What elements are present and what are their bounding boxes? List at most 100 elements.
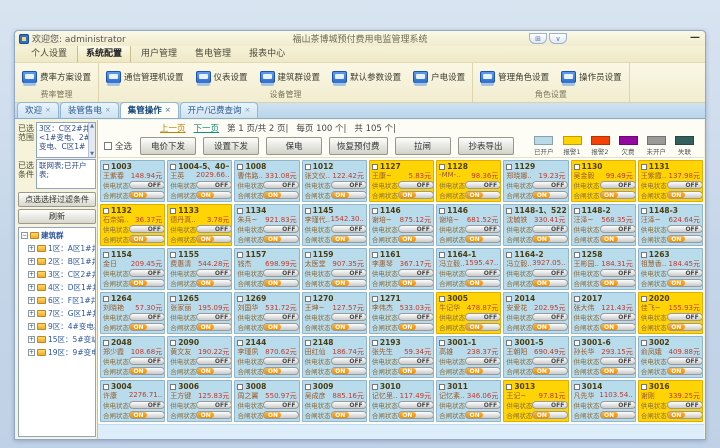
- meter-checkbox[interactable]: [170, 164, 176, 170]
- supply-status-toggle[interactable]: OFF: [600, 225, 636, 233]
- switch-status-toggle[interactable]: ON: [600, 279, 636, 287]
- meter-checkbox[interactable]: [439, 340, 445, 346]
- meter-checkbox[interactable]: [574, 208, 580, 214]
- meter-checkbox[interactable]: [237, 164, 243, 170]
- meter-card[interactable]: 3013 王记~ 97.81元 供电状态 OFF: [503, 380, 568, 422]
- tab-2[interactable]: 集管操作 ×: [120, 102, 179, 118]
- supply-status-toggle[interactable]: OFF: [600, 181, 636, 189]
- expand-icon[interactable]: +: [28, 310, 35, 317]
- meter-checkbox[interactable]: [305, 340, 311, 346]
- meter-card[interactable]: 1164-2 冯立毅.. 3927.05.. 供电状态 OFF: [503, 248, 568, 290]
- meter-checkbox[interactable]: [237, 252, 243, 258]
- ribbon-button[interactable]: 仪表设置: [193, 69, 251, 85]
- meter-checkbox[interactable]: [237, 208, 243, 214]
- switch-status-toggle[interactable]: ON: [129, 191, 165, 199]
- meter-card[interactable]: 1155 费惠清 544.28元 供电状态 OFF: [167, 248, 232, 290]
- switch-status-toggle[interactable]: ON: [600, 323, 636, 331]
- meter-card[interactable]: 1132 石奈娟.. 36.37元 供电状态 OFF: [100, 204, 165, 246]
- supply-status-toggle[interactable]: OFF: [532, 401, 568, 409]
- supply-status-toggle[interactable]: OFF: [532, 225, 568, 233]
- supply-status-toggle[interactable]: OFF: [331, 181, 367, 189]
- meter-checkbox[interactable]: [372, 340, 378, 346]
- switch-status-toggle[interactable]: ON: [532, 367, 568, 375]
- switch-status-toggle[interactable]: ON: [196, 367, 232, 375]
- switch-status-toggle[interactable]: ON: [667, 367, 703, 375]
- supply-status-toggle[interactable]: OFF: [667, 401, 703, 409]
- meter-card[interactable]: 3014 凡先华 1103.54.. 供电状态 OFF: [571, 380, 636, 422]
- switch-status-toggle[interactable]: ON: [465, 367, 501, 375]
- switch-status-toggle[interactable]: ON: [331, 367, 367, 375]
- switch-status-toggle[interactable]: ON: [129, 367, 165, 375]
- meter-card[interactable]: 3001-1 高雄 238.37元 供电状态 OFF: [436, 336, 501, 378]
- meter-card[interactable]: 3010 记忆里.. 117.49元 供电状态 OFF: [369, 380, 434, 422]
- meter-checkbox[interactable]: [103, 384, 109, 390]
- meter-card[interactable]: 1269 刘国华 531.72元 供电状态 OFF: [234, 292, 299, 334]
- switch-status-toggle[interactable]: ON: [667, 323, 703, 331]
- switch-status-toggle[interactable]: ON: [667, 411, 703, 419]
- meter-checkbox[interactable]: [305, 208, 311, 214]
- meter-checkbox[interactable]: [170, 384, 176, 390]
- switch-status-toggle[interactable]: ON: [600, 235, 636, 243]
- supply-status-toggle[interactable]: OFF: [331, 313, 367, 321]
- supply-status-toggle[interactable]: OFF: [667, 181, 703, 189]
- menu-item-4[interactable]: 报表中心: [241, 44, 293, 62]
- supply-status-toggle[interactable]: OFF: [331, 269, 367, 277]
- supply-status-toggle[interactable]: OFF: [196, 269, 232, 277]
- meter-checkbox[interactable]: [506, 384, 512, 390]
- window-menu-button[interactable]: ∨: [549, 33, 567, 44]
- meter-checkbox[interactable]: [506, 340, 512, 346]
- tree-item[interactable]: + 3区：C区2#井（1: [21, 269, 95, 280]
- switch-status-toggle[interactable]: ON: [532, 279, 568, 287]
- switch-status-toggle[interactable]: ON: [532, 191, 568, 199]
- ribbon-button[interactable]: 通信管理机设置: [103, 69, 187, 85]
- textarea-scrollbar[interactable]: ▲▼: [88, 123, 95, 157]
- meter-checkbox[interactable]: [439, 208, 445, 214]
- meter-card[interactable]: 1003 王紫春 148.94元 供电状态 OFF: [100, 160, 165, 202]
- tab-0[interactable]: 欢迎 ×: [17, 102, 59, 118]
- tree-item[interactable]: + 19区：9#变电站（: [21, 347, 95, 358]
- meter-checkbox[interactable]: [305, 384, 311, 390]
- supply-status-toggle[interactable]: OFF: [196, 357, 232, 365]
- supply-status-toggle[interactable]: OFF: [532, 269, 568, 277]
- supply-status-toggle[interactable]: OFF: [263, 357, 299, 365]
- supply-status-toggle[interactable]: OFF: [129, 225, 165, 233]
- tree-item[interactable]: + 4区：D区1#井（D: [21, 282, 95, 293]
- supply-status-toggle[interactable]: OFF: [196, 181, 232, 189]
- switch-status-toggle[interactable]: ON: [600, 411, 636, 419]
- expand-icon[interactable]: +: [28, 258, 35, 265]
- meter-checkbox[interactable]: [574, 296, 580, 302]
- skin-button[interactable]: ⊞: [529, 33, 547, 44]
- meter-card[interactable]: 3004 许康 2276.71.. 供电状态 OFF: [100, 380, 165, 422]
- ribbon-button[interactable]: 默认参数设置: [329, 69, 404, 85]
- meter-card[interactable]: 3008 周之翼 550.97元 供电状态 OFF: [234, 380, 299, 422]
- ribbon-button[interactable]: 建筑群设置: [257, 69, 324, 85]
- switch-status-toggle[interactable]: ON: [263, 411, 299, 419]
- switch-status-toggle[interactable]: ON: [667, 191, 703, 199]
- meter-card[interactable]: 1012 张文仪.. 122.42元 供电状态 OFF: [302, 160, 367, 202]
- meter-card[interactable]: 2048 郑少霞 108.68元 供电状态 OFF: [100, 336, 165, 378]
- meter-card[interactable]: 2090 黄文友 190.22元 供电状态 OFF: [167, 336, 232, 378]
- supply-status-toggle[interactable]: OFF: [196, 225, 232, 233]
- supply-status-toggle[interactable]: OFF: [398, 181, 434, 189]
- supply-status-toggle[interactable]: OFF: [263, 181, 299, 189]
- meter-checkbox[interactable]: [372, 208, 378, 214]
- toolbar-button[interactable]: 拉闸: [395, 137, 451, 155]
- meter-card[interactable]: 1008 曹伟路.. 331.08元 供电状态 OFF: [234, 160, 299, 202]
- switch-status-toggle[interactable]: ON: [129, 235, 165, 243]
- tab-close-icon[interactable]: ×: [245, 107, 251, 114]
- switch-status-toggle[interactable]: ON: [129, 411, 165, 419]
- supply-status-toggle[interactable]: OFF: [398, 401, 434, 409]
- meter-checkbox[interactable]: [170, 340, 176, 346]
- switch-status-toggle[interactable]: ON: [465, 279, 501, 287]
- ribbon-button[interactable]: 户电设置: [410, 69, 468, 85]
- meter-card[interactable]: 1130 吴金毅 99.49元 供电状态 OFF: [571, 160, 636, 202]
- collapse-icon[interactable]: −: [21, 232, 28, 239]
- meter-card[interactable]: 1004-5、40一 王英 2029.66.. 供电状态 OFF: [167, 160, 232, 202]
- meter-checkbox[interactable]: [641, 164, 647, 170]
- meter-card[interactable]: 2017 张大伟 121.43元 供电状态 OFF: [571, 292, 636, 334]
- meter-checkbox[interactable]: [439, 164, 445, 170]
- switch-status-toggle[interactable]: ON: [196, 279, 232, 287]
- meter-checkbox[interactable]: [305, 252, 311, 258]
- switch-status-toggle[interactable]: ON: [263, 323, 299, 331]
- switch-status-toggle[interactable]: ON: [196, 191, 232, 199]
